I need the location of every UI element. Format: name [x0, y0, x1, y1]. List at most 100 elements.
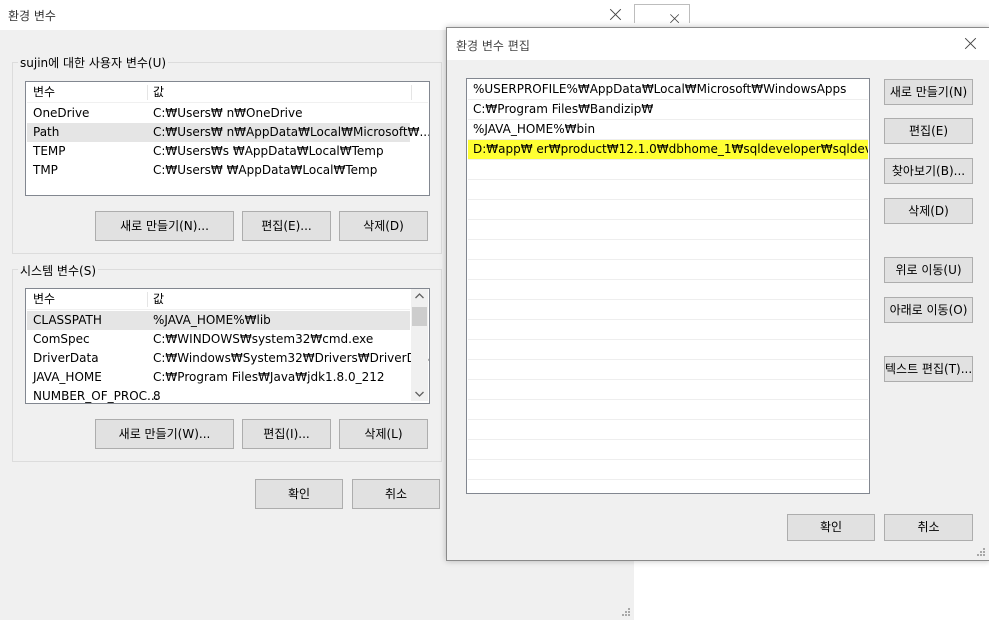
- button-label: 삭제(D): [908, 204, 949, 218]
- dialog-title: 환경 변수 편집: [456, 39, 530, 53]
- list-item-empty[interactable]: [468, 360, 868, 380]
- resize-grip-icon[interactable]: [621, 607, 631, 617]
- list-item-selected[interactable]: CLASSPATH %JAVA_HOME%₩lib: [27, 311, 410, 330]
- scroll-up-icon[interactable]: [415, 293, 424, 299]
- system-variables-label: 시스템 변수(S): [18, 262, 98, 279]
- resize-grip-icon[interactable]: [976, 547, 986, 557]
- variable-value: C:₩Users₩ n₩OneDrive: [153, 106, 303, 120]
- variable-name: ComSpec: [33, 332, 90, 346]
- column-header-value[interactable]: 값: [153, 290, 164, 309]
- list-item[interactable]: C:₩Program Files₩Bandizip₩: [468, 100, 868, 120]
- list-item[interactable]: %JAVA_HOME%₩bin: [468, 120, 868, 140]
- variable-name: TMP: [33, 163, 58, 177]
- list-item[interactable]: TMP C:₩Users₩ ₩AppData₩Local₩Temp: [27, 161, 428, 180]
- button-label: 삭제(D): [363, 219, 404, 233]
- user-variables-label: sujin에 대한 사용자 변수(U): [18, 54, 169, 71]
- close-icon[interactable]: [963, 36, 979, 52]
- path-entry: D:₩app₩ er₩product₩12.1.0₩dbhome_1₩sqlde…: [473, 142, 868, 156]
- button-label: 새로 만들기(W)...: [118, 427, 211, 441]
- column-divider[interactable]: [147, 85, 148, 100]
- list-item-empty[interactable]: [468, 460, 868, 480]
- new-path-button[interactable]: 새로 만들기(N): [884, 79, 973, 105]
- list-item-empty[interactable]: [468, 320, 868, 340]
- button-label: 아래로 이동(O): [889, 303, 968, 317]
- list-item-empty[interactable]: [468, 180, 868, 200]
- list-item-empty[interactable]: [468, 200, 868, 220]
- list-item-empty[interactable]: [468, 400, 868, 420]
- list-item-empty[interactable]: [468, 300, 868, 320]
- list-item-empty[interactable]: [468, 160, 868, 180]
- path-entry: C:₩Program Files₩Bandizip₩: [473, 102, 654, 116]
- list-item-selected[interactable]: Path C:₩Users₩ n₩AppData₩Local₩Microsoft…: [27, 123, 429, 142]
- system-delete-button[interactable]: 삭제(L): [339, 419, 428, 449]
- variable-value: C:₩Users₩s ₩AppData₩Local₩Temp: [153, 144, 384, 158]
- list-item-empty[interactable]: [468, 280, 868, 300]
- button-label: 취소: [917, 520, 940, 534]
- edit-environment-variable-dialog: 환경 변수 편집 %USERPROFILE%₩AppData₩Local₩Mic…: [446, 27, 989, 561]
- variable-name: TEMP: [33, 144, 66, 158]
- scroll-down-icon[interactable]: [415, 391, 424, 397]
- user-new-button[interactable]: 새로 만들기(N)...: [95, 211, 234, 241]
- list-item-empty[interactable]: [468, 220, 868, 240]
- button-label: 확인: [819, 520, 843, 534]
- edit-path-button[interactable]: 편집(E): [884, 118, 973, 144]
- list-item[interactable]: TEMP C:₩Users₩s ₩AppData₩Local₩Temp: [27, 142, 428, 161]
- column-divider[interactable]: [147, 292, 148, 307]
- user-delete-button[interactable]: 삭제(D): [339, 211, 428, 241]
- browse-button[interactable]: 찾아보기(B)...: [884, 158, 973, 184]
- list-item[interactable]: ComSpec C:₩WINDOWS₩system32₩cmd.exe: [27, 330, 410, 349]
- delete-path-button[interactable]: 삭제(D): [884, 198, 973, 224]
- button-label: 편집(I)...: [263, 427, 310, 441]
- user-edit-button[interactable]: 편집(E)...: [242, 211, 331, 241]
- list-item-selected[interactable]: D:₩app₩ er₩product₩12.1.0₩dbhome_1₩sqlde…: [468, 140, 868, 160]
- path-entry: %JAVA_HOME%₩bin: [473, 122, 596, 136]
- path-list[interactable]: %USERPROFILE%₩AppData₩Local₩Microsoft₩Wi…: [466, 78, 870, 494]
- close-icon[interactable]: [608, 7, 624, 23]
- list-item-empty[interactable]: [468, 240, 868, 260]
- edit-text-button[interactable]: 텍스트 편집(T)...: [884, 356, 973, 382]
- variable-value: %JAVA_HOME%₩lib: [153, 313, 271, 327]
- button-label: 취소: [384, 487, 408, 501]
- list-item-empty[interactable]: [468, 260, 868, 280]
- column-header-value[interactable]: 값: [153, 83, 164, 102]
- variable-name: DriverData: [33, 351, 99, 365]
- variable-value: C:₩Program Files₩Java₩jdk1.8.0_212: [153, 370, 385, 384]
- button-label: 위로 이동(U): [895, 263, 962, 277]
- button-label: 삭제(L): [364, 427, 403, 441]
- ok-button[interactable]: 확인: [787, 514, 875, 541]
- move-down-button[interactable]: 아래로 이동(O): [884, 297, 973, 323]
- variable-name: Path: [33, 125, 60, 139]
- variable-name: JAVA_HOME: [33, 370, 102, 384]
- list-item[interactable]: NUMBER_OF_PROC... 8: [27, 387, 410, 403]
- button-label: 새로 만들기(N): [889, 85, 968, 99]
- list-item[interactable]: OneDrive C:₩Users₩ n₩OneDrive: [27, 104, 428, 123]
- move-up-button[interactable]: 위로 이동(U): [884, 257, 973, 283]
- scrollbar-thumb[interactable]: [412, 307, 427, 326]
- list-header: 변수 값: [27, 290, 410, 310]
- list-item[interactable]: %USERPROFILE%₩AppData₩Local₩Microsoft₩Wi…: [468, 80, 868, 100]
- list-item-empty[interactable]: [468, 440, 868, 460]
- column-divider[interactable]: [411, 85, 412, 100]
- column-header-variable[interactable]: 변수: [33, 83, 55, 102]
- list-item[interactable]: JAVA_HOME C:₩Program Files₩Java₩jdk1.8.0…: [27, 368, 410, 387]
- list-item-empty[interactable]: [468, 420, 868, 440]
- vertical-scrollbar[interactable]: [411, 289, 428, 401]
- system-variables-list[interactable]: 변수 값 CLASSPATH %JAVA_HOME%₩lib ComSpec C…: [25, 288, 430, 404]
- column-header-variable[interactable]: 변수: [33, 290, 55, 309]
- list-item[interactable]: DriverData C:₩Windows₩System32₩Drivers₩D…: [27, 349, 429, 368]
- button-label: 편집(E)...: [261, 219, 312, 233]
- variable-value: 8: [153, 389, 161, 403]
- cancel-button[interactable]: 취소: [884, 514, 973, 541]
- system-new-button[interactable]: 새로 만들기(W)...: [95, 419, 234, 449]
- list-item-empty[interactable]: [468, 380, 868, 400]
- cancel-button[interactable]: 취소: [352, 479, 440, 509]
- variable-value: C:₩Users₩ ₩AppData₩Local₩Temp: [153, 163, 378, 177]
- user-variables-list[interactable]: 변수 값 OneDrive C:₩Users₩ n₩OneDrive Path …: [25, 81, 430, 196]
- ok-button[interactable]: 확인: [255, 479, 343, 509]
- variable-value: C:₩WINDOWS₩system32₩cmd.exe: [153, 332, 374, 346]
- path-entry: %USERPROFILE%₩AppData₩Local₩Microsoft₩Wi…: [473, 82, 847, 96]
- close-icon[interactable]: [669, 13, 682, 26]
- button-label: 새로 만들기(N)...: [120, 219, 209, 233]
- list-item-empty[interactable]: [468, 340, 868, 360]
- system-edit-button[interactable]: 편집(I)...: [242, 419, 331, 449]
